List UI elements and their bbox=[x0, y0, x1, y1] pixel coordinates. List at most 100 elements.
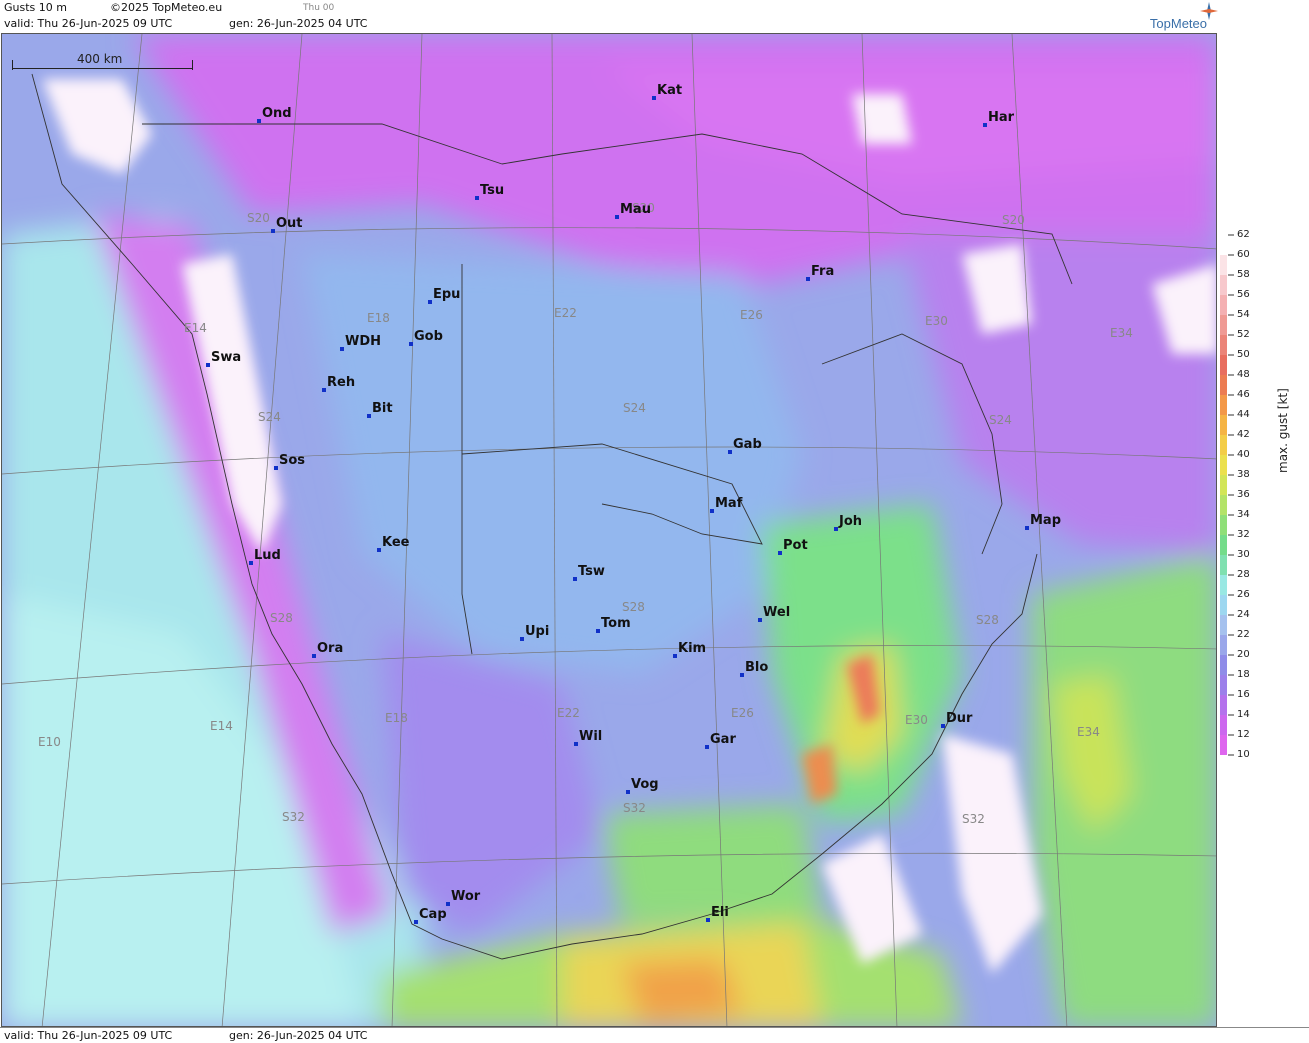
city-marker-lud[interactable] bbox=[249, 561, 253, 565]
city-marker-gar[interactable] bbox=[705, 745, 709, 749]
city-marker-mau[interactable] bbox=[615, 215, 619, 219]
legend-tick-label: 52 bbox=[1237, 329, 1250, 340]
city-label: Kim bbox=[678, 641, 707, 656]
grid-label: S24 bbox=[623, 401, 646, 415]
legend-tick-label: 48 bbox=[1237, 369, 1250, 380]
city-label: Ond bbox=[262, 106, 292, 121]
city-marker-kee[interactable] bbox=[377, 548, 381, 552]
city-marker-bit[interactable] bbox=[367, 414, 371, 418]
legend-tick-label: 54 bbox=[1237, 309, 1250, 320]
legend-swatch bbox=[1220, 355, 1227, 375]
grid-label: S24 bbox=[258, 410, 281, 424]
gen-time: gen: 26-Jun-2025 04 UTC bbox=[229, 17, 368, 30]
legend-tick-label: 46 bbox=[1237, 389, 1250, 400]
legend-tick-label: 62 bbox=[1237, 229, 1250, 240]
city-label: Blo bbox=[745, 660, 769, 675]
grid-label: E18 bbox=[385, 711, 408, 725]
city-marker-gab[interactable] bbox=[728, 450, 732, 454]
legend-swatch bbox=[1220, 475, 1227, 495]
grid-label: E34 bbox=[1077, 725, 1100, 739]
city-marker-joh[interactable] bbox=[834, 527, 838, 531]
legend-swatch bbox=[1220, 375, 1227, 395]
gust-map[interactable]: 400 km S20 S20 S20 E14 E18 E22 E26 E30 E34 S24 S24… bbox=[1, 33, 1217, 1027]
city-marker-blo[interactable] bbox=[740, 673, 744, 677]
grid-label: S28 bbox=[976, 613, 999, 627]
city-label: WDH bbox=[345, 334, 382, 349]
legend-tick-label: 42 bbox=[1237, 429, 1250, 440]
city-marker-dur[interactable] bbox=[941, 724, 945, 728]
city-marker-swa[interactable] bbox=[206, 363, 210, 367]
city-marker-maf[interactable] bbox=[710, 509, 714, 513]
footer-gen-time: gen: 26-Jun-2025 04 UTC bbox=[229, 1029, 368, 1042]
city-label: Reh bbox=[327, 375, 356, 390]
city-marker-ora[interactable] bbox=[312, 654, 316, 658]
footer-bar: valid: Thu 26-Jun-2025 09 UTC gen: 26-Ju… bbox=[0, 1027, 1309, 1043]
city-marker-har[interactable] bbox=[983, 123, 987, 127]
grid-label: E22 bbox=[557, 706, 580, 720]
city-label: Dur bbox=[946, 711, 973, 726]
header-bar: Gusts 10 m ©2025 TopMeteo.eu Thu 00 vali… bbox=[0, 0, 1309, 32]
city-marker-kat[interactable] bbox=[652, 96, 656, 100]
city-marker-pot[interactable] bbox=[778, 551, 782, 555]
grid-label: E26 bbox=[740, 308, 763, 322]
valid-time: valid: Thu 26-Jun-2025 09 UTC bbox=[4, 17, 173, 30]
city-marker-tsu[interactable] bbox=[475, 196, 479, 200]
legend-swatch bbox=[1220, 595, 1227, 615]
city-marker-wil[interactable] bbox=[574, 742, 578, 746]
legend-tick-label: 34 bbox=[1237, 509, 1250, 520]
legend-tick-label: 40 bbox=[1237, 449, 1250, 460]
grid-label: S20 bbox=[1002, 213, 1025, 227]
legend-swatch bbox=[1220, 395, 1227, 415]
legend-swatch bbox=[1220, 275, 1227, 295]
city-label: Wil bbox=[579, 729, 603, 744]
city-marker-cap[interactable] bbox=[414, 920, 418, 924]
city-marker-out[interactable] bbox=[271, 229, 275, 233]
legend-tick-label: 50 bbox=[1237, 349, 1250, 360]
legend-swatch bbox=[1220, 455, 1227, 475]
legend-swatch bbox=[1220, 735, 1227, 755]
grid-label: S28 bbox=[270, 611, 293, 625]
city-label: Har bbox=[988, 110, 1015, 125]
legend-tick-label: 26 bbox=[1237, 589, 1250, 600]
legend-swatch bbox=[1220, 615, 1227, 635]
city-marker-wel[interactable] bbox=[758, 618, 762, 622]
city-marker-tsw[interactable] bbox=[573, 577, 577, 581]
legend: 62 60 58 56 54 52 50 48 46 44 42 40 38 36 34 32 30 28 26 24… bbox=[1218, 33, 1309, 1027]
legend-swatch bbox=[1220, 435, 1227, 455]
city-marker-sos[interactable] bbox=[274, 466, 278, 470]
city-marker-gob[interactable] bbox=[409, 342, 413, 346]
city-label: Tom bbox=[601, 616, 631, 631]
legend-swatch bbox=[1220, 715, 1227, 735]
city-label: Gar bbox=[710, 732, 736, 747]
grid-label: S28 bbox=[622, 600, 645, 614]
legend-tick-label: 38 bbox=[1237, 469, 1250, 480]
city-marker-tom[interactable] bbox=[596, 629, 600, 633]
legend-swatch bbox=[1220, 235, 1227, 255]
city-marker-eli[interactable] bbox=[706, 918, 710, 922]
grid-label: E34 bbox=[1110, 326, 1133, 340]
legend-swatch bbox=[1220, 495, 1227, 515]
topmeteo-logo: TopMeteo bbox=[1149, 16, 1207, 31]
city-marker-fra[interactable] bbox=[806, 277, 810, 281]
city-marker-wor[interactable] bbox=[446, 902, 450, 906]
city-marker-vog[interactable] bbox=[626, 790, 630, 794]
compass-icon bbox=[1200, 2, 1218, 20]
legend-swatch bbox=[1220, 535, 1227, 555]
legend-swatch bbox=[1220, 575, 1227, 595]
legend-tick-label: 28 bbox=[1237, 569, 1250, 580]
legend-swatch bbox=[1220, 555, 1227, 575]
city-label: Kee bbox=[382, 535, 410, 550]
city-marker-upi[interactable] bbox=[520, 637, 524, 641]
copyright: ©2025 TopMeteo.eu bbox=[110, 1, 223, 14]
legend-swatch bbox=[1220, 635, 1227, 655]
legend-tick-label: 60 bbox=[1237, 249, 1250, 260]
city-marker-kim[interactable] bbox=[673, 654, 677, 658]
city-marker-reh[interactable] bbox=[322, 388, 326, 392]
legend-tick-label: 44 bbox=[1237, 409, 1250, 420]
legend-swatch bbox=[1220, 655, 1227, 675]
city-marker-wdh[interactable] bbox=[340, 347, 344, 351]
city-marker-map[interactable] bbox=[1025, 526, 1029, 530]
city-marker-ond[interactable] bbox=[257, 119, 261, 123]
city-label: Mau bbox=[620, 202, 651, 217]
city-marker-epu[interactable] bbox=[428, 300, 432, 304]
